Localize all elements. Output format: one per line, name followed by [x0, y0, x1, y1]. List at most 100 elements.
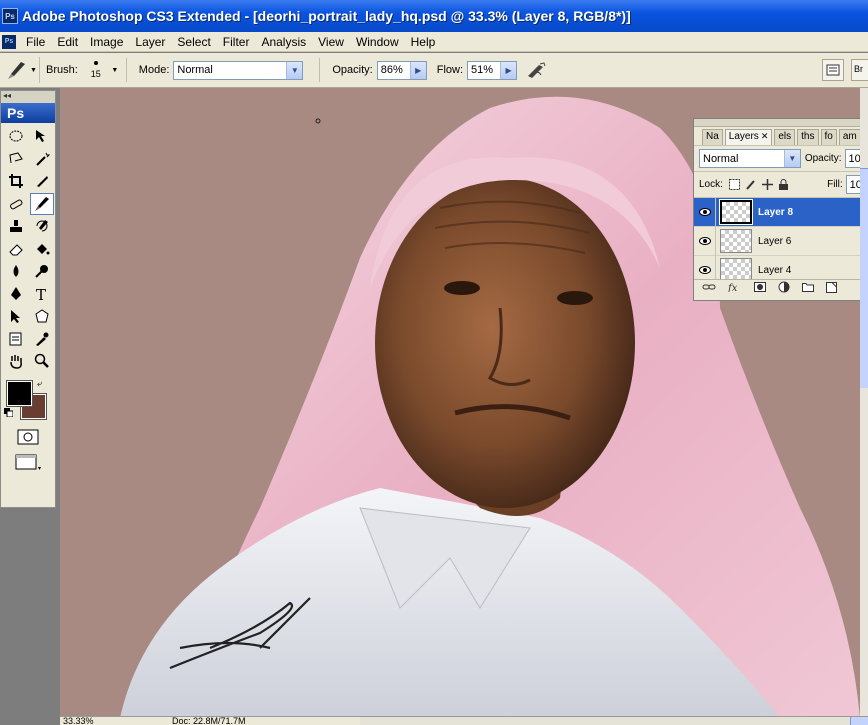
tab-navigator[interactable]: Na [702, 129, 723, 145]
toolbox: ◂◂ Ps T ⤶ [0, 90, 56, 508]
tab-channels[interactable]: els [774, 129, 796, 145]
visibility-eye-icon[interactable] [694, 198, 716, 227]
clone-stamp-tool-icon[interactable] [4, 215, 28, 238]
menu-view[interactable]: View [312, 35, 350, 49]
eraser-tool-icon[interactable] [4, 238, 28, 261]
flow-field[interactable]: 51% ▶ [467, 60, 518, 80]
link-layers-icon[interactable] [702, 282, 716, 295]
menu-select[interactable]: Select [171, 35, 216, 49]
options-bar: ▼ Brush: 15 ▼ Mode: Normal ▼ Opacity: 86… [0, 53, 868, 88]
healing-brush-tool-icon[interactable] [4, 193, 28, 216]
flow-label: Flow: [436, 64, 464, 76]
brush-tool-icon [7, 62, 25, 79]
chevron-right-icon: ▶ [500, 61, 517, 79]
screen-mode-button[interactable] [1, 449, 55, 475]
tab-histogram[interactable]: am [838, 129, 861, 145]
eyedropper-tool-icon[interactable] [30, 328, 54, 351]
photoshop-logo: Ps [1, 103, 55, 123]
blend-mode-select[interactable]: Normal ▼ [699, 149, 801, 168]
brush-size: 15 [90, 69, 101, 79]
menu-window[interactable]: Window [350, 35, 405, 49]
swap-colors-icon[interactable]: ⤶ [37, 378, 42, 389]
history-brush-tool-icon[interactable] [30, 215, 54, 238]
vertical-scrollbar[interactable] [860, 88, 868, 718]
custom-shape-tool-icon[interactable] [30, 305, 54, 328]
panel-tabs: Na Layers ✕ els ths fo am [694, 129, 868, 145]
lock-position-icon[interactable] [761, 178, 773, 191]
menu-layer[interactable]: Layer [129, 35, 171, 49]
status-bar: 33.33% Doc: 22.8M/71.7M [60, 716, 868, 725]
opacity-value: 86% [380, 64, 403, 76]
opacity-field[interactable]: 86% ▶ [376, 60, 427, 80]
bridge-button[interactable]: Br [851, 59, 868, 81]
crop-tool-icon[interactable] [4, 170, 28, 193]
lock-all-icon[interactable] [777, 178, 789, 191]
visibility-eye-icon[interactable] [694, 226, 716, 256]
tab-paths[interactable]: ths [797, 129, 819, 145]
fill-label: Fill: [827, 179, 843, 190]
blur-tool-icon[interactable] [4, 260, 28, 283]
new-layer-icon[interactable] [826, 281, 837, 296]
tab-layers[interactable]: Layers ✕ [724, 129, 773, 145]
menu-edit[interactable]: Edit [51, 35, 84, 49]
layer-row[interactable]: Layer 4 [694, 255, 868, 279]
visibility-eye-icon[interactable] [694, 255, 716, 279]
layer-style-fx-icon[interactable]: fx [727, 282, 742, 295]
menu-image[interactable]: Image [84, 35, 129, 49]
hand-tool-icon[interactable] [4, 350, 28, 373]
tab-info[interactable]: fo [820, 129, 837, 145]
opacity-label: Opacity: [332, 64, 373, 76]
scrollbar-thumb[interactable] [860, 168, 868, 388]
zoom-level[interactable]: 33.33% [60, 717, 112, 725]
tool-preset-picker[interactable]: ▼ [4, 57, 40, 83]
chevron-right-icon: ▶ [409, 61, 426, 79]
menu-filter[interactable]: Filter [217, 35, 256, 49]
brush-preset-picker[interactable]: 15 [82, 56, 110, 84]
foreground-color-swatch[interactable] [6, 379, 33, 407]
brush-tip-icon [93, 61, 98, 65]
lock-transparency-icon[interactable] [729, 178, 741, 191]
marquee-tool-icon[interactable] [4, 125, 28, 148]
screen-mode-icon [15, 454, 41, 470]
notes-tool-icon[interactable] [4, 328, 28, 351]
brush-tool-icon[interactable] [30, 192, 54, 215]
collapse-arrows-icon[interactable]: ◂◂ [1, 91, 55, 103]
zoom-tool-icon[interactable] [30, 350, 54, 373]
airbrush-toggle-button[interactable] [523, 58, 549, 82]
magic-wand-tool-icon[interactable] [30, 148, 54, 171]
chevron-down-icon[interactable]: ▼ [110, 67, 120, 74]
layer-row[interactable]: Layer 6 [694, 226, 868, 256]
menu-bar: Ps File Edit Image Layer Select Filter A… [0, 32, 868, 52]
doc-size-info: Doc: 22.8M/71.7M [172, 716, 246, 725]
move-tool-icon[interactable] [30, 125, 54, 148]
lasso-tool-icon[interactable] [4, 148, 28, 171]
palette-well-button[interactable] [822, 59, 844, 81]
dodge-tool-icon[interactable] [30, 260, 54, 283]
menu-file[interactable]: File [20, 35, 51, 49]
photoshop-app-icon[interactable]: Ps [2, 8, 18, 24]
type-tool-icon[interactable]: T [30, 283, 54, 306]
new-group-folder-icon[interactable] [802, 282, 814, 295]
default-colors-icon[interactable] [4, 407, 13, 417]
document-icon[interactable]: Ps [2, 34, 16, 49]
paint-bucket-tool-icon[interactable] [30, 238, 54, 261]
adjustment-layer-icon[interactable] [778, 281, 790, 296]
pen-tool-icon[interactable] [4, 283, 28, 306]
layer-name: Layer 6 [758, 235, 792, 247]
menu-help[interactable]: Help [405, 35, 442, 49]
mode-select[interactable]: Normal ▼ [173, 60, 304, 80]
scrollbar-thumb[interactable] [850, 717, 868, 725]
close-icon[interactable]: ✕ [761, 131, 769, 141]
quick-mask-button[interactable] [1, 425, 55, 449]
path-selection-tool-icon[interactable] [4, 305, 28, 328]
layer-mask-icon[interactable] [754, 282, 766, 295]
blend-row: Normal ▼ Opacity: 100 [694, 145, 868, 171]
horizontal-scrollbar[interactable] [360, 717, 868, 725]
airbrush-icon [528, 62, 546, 78]
slice-tool-icon[interactable] [30, 170, 54, 193]
menu-analysis[interactable]: Analysis [255, 35, 312, 49]
layer-row[interactable]: Layer 8 [694, 198, 868, 227]
panel-grip[interactable] [694, 119, 868, 127]
lock-pixels-icon[interactable] [745, 178, 757, 191]
divider [319, 58, 321, 82]
